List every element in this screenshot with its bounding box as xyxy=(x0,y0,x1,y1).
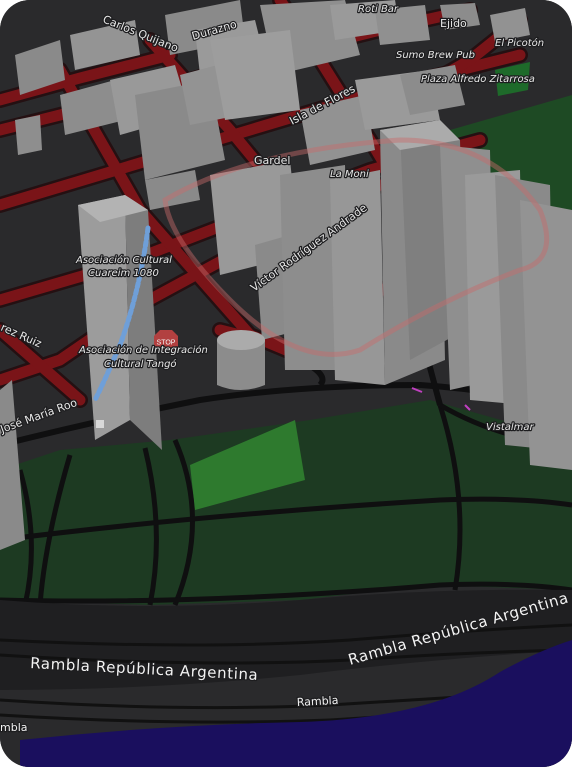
poi-label-cuareim-1080[interactable]: Cuareim 1080 xyxy=(87,267,160,281)
map-view[interactable]: STOP Carlos Quijano Durazno Ejido Isla d… xyxy=(0,0,572,767)
street-label-rambla: Rambla xyxy=(296,694,338,709)
poi-label-vistalmar[interactable]: Vistalmar xyxy=(485,421,536,435)
poi-label-el-picoton[interactable]: El Picotón xyxy=(494,36,546,51)
poi-label-cultural-tango[interactable]: Cultural Tangó xyxy=(103,357,178,372)
poi-label-asociacion-integracion[interactable]: Asociación de Integración xyxy=(77,343,209,358)
poi-label-la-moni[interactable]: La Moni xyxy=(329,168,370,182)
street-label-ejido: Ejido xyxy=(440,17,467,30)
poi-label-asociacion-cultural[interactable]: Asociación Cultural xyxy=(74,253,174,268)
street-label-rambla-left: mbla xyxy=(0,721,28,734)
map-canvas[interactable]: STOP Carlos Quijano Durazno Ejido Isla d… xyxy=(0,0,572,767)
marker-flag-icon[interactable] xyxy=(96,420,104,428)
poi-label-roti-bar[interactable]: Roti Bar xyxy=(357,3,400,17)
poi-label-plaza-alfredo-zitarrosa[interactable]: Plaza Alfredo Zitarrosa xyxy=(420,73,536,87)
street-label-gardel: Gardel xyxy=(254,154,290,167)
poi-label-sumo-brew-pub[interactable]: Sumo Brew Pub xyxy=(395,49,476,63)
